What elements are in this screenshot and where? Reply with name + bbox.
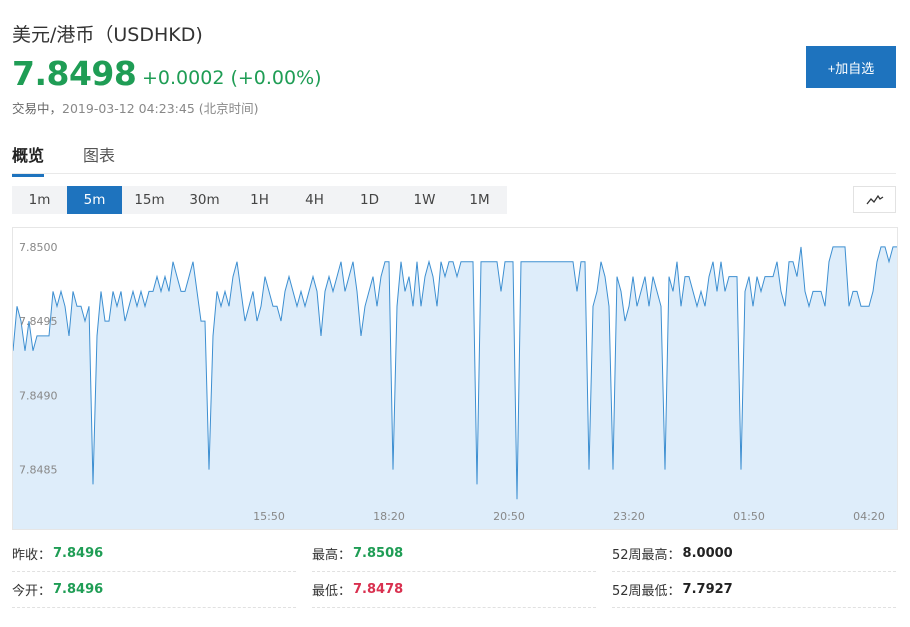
price-chart[interactable]: 7.8500 7.8495 7.8490 7.8485 15:50 18:20 20:50 2… [12, 227, 898, 530]
stat-value: 7.8496 [53, 582, 104, 597]
line-chart-icon [865, 194, 883, 204]
interval-1m[interactable]: 1m [12, 186, 67, 214]
stat-label: 昨收： [12, 548, 52, 563]
status-label: 交易中， [12, 101, 63, 116]
status-time: 2019-03-12 04:23:45 [62, 101, 195, 116]
stat-label: 最低： [312, 584, 352, 599]
tab-chart[interactable]: 图表 [83, 142, 115, 174]
stat-high: 最高： 7.8508 [312, 536, 596, 572]
interval-1w[interactable]: 1W [397, 186, 452, 214]
trade-status: 交易中，2019-03-12 04:23:45 (北京时间) [12, 98, 259, 117]
stat-value: 7.8478 [353, 582, 404, 597]
chart-type-button[interactable] [853, 186, 896, 213]
interval-30m[interactable]: 30m [177, 186, 232, 214]
y-tick-label: 7.8495 [19, 315, 58, 328]
stats-row: 今开： 7.8496 最低： 7.8478 52周最低： 7.7927 [12, 572, 898, 608]
page-title: 美元/港币（USDHKD) [12, 24, 203, 46]
x-tick-label: 18:20 [373, 510, 405, 523]
stat-label: 52周最低： [612, 584, 681, 599]
stats-row: 昨收： 7.8496 最高： 7.8508 52周最高： 8.0000 [12, 536, 898, 572]
stat-prev-close: 昨收： 7.8496 [12, 536, 296, 572]
interval-1d[interactable]: 1D [342, 186, 397, 214]
stat-label: 最高： [312, 548, 352, 563]
stat-open: 今开： 7.8496 [12, 572, 296, 608]
x-tick-label: 15:50 [253, 510, 285, 523]
interval-5m[interactable]: 5m [67, 186, 122, 214]
stat-low: 最低： 7.8478 [312, 572, 596, 608]
stat-label: 今开： [12, 584, 52, 599]
interval-selector: 1m 5m 15m 30m 1H 4H 1D 1W 1M [12, 186, 507, 214]
interval-1mo[interactable]: 1M [452, 186, 507, 214]
stat-value: 7.8496 [53, 546, 104, 561]
stat-value: 8.0000 [682, 546, 733, 561]
y-tick-label: 7.8485 [19, 464, 58, 477]
add-watchlist-button[interactable]: +加自选 [806, 46, 896, 88]
stat-value: 7.7927 [682, 582, 733, 597]
x-tick-label: 04:20 [853, 510, 885, 523]
price-change: +0.0002 (+0.00%) [142, 67, 322, 89]
x-tick-label: 23:20 [613, 510, 645, 523]
price-area [13, 246, 897, 529]
status-timezone: (北京时间) [198, 101, 259, 116]
interval-1h[interactable]: 1H [232, 186, 287, 214]
price-chart-svg: 7.8500 7.8495 7.8490 7.8485 15:50 18:20 20:50 2… [13, 241, 897, 529]
section-tabs: 概览 图表 [12, 138, 896, 177]
interval-15m[interactable]: 15m [122, 186, 177, 214]
stat-52w-high: 52周最高： 8.0000 [612, 536, 896, 572]
interval-4h[interactable]: 4H [287, 186, 342, 214]
y-tick-label: 7.8490 [19, 389, 58, 402]
current-price: 7.8498 [12, 54, 137, 93]
x-tick-label: 01:50 [733, 510, 765, 523]
tab-overview[interactable]: 概览 [12, 142, 45, 177]
stat-52w-low: 52周最低： 7.7927 [612, 572, 896, 608]
x-tick-label: 20:50 [493, 510, 525, 523]
y-tick-label: 7.8500 [19, 241, 58, 254]
stat-label: 52周最高： [612, 548, 681, 563]
stat-value: 7.8508 [353, 546, 404, 561]
